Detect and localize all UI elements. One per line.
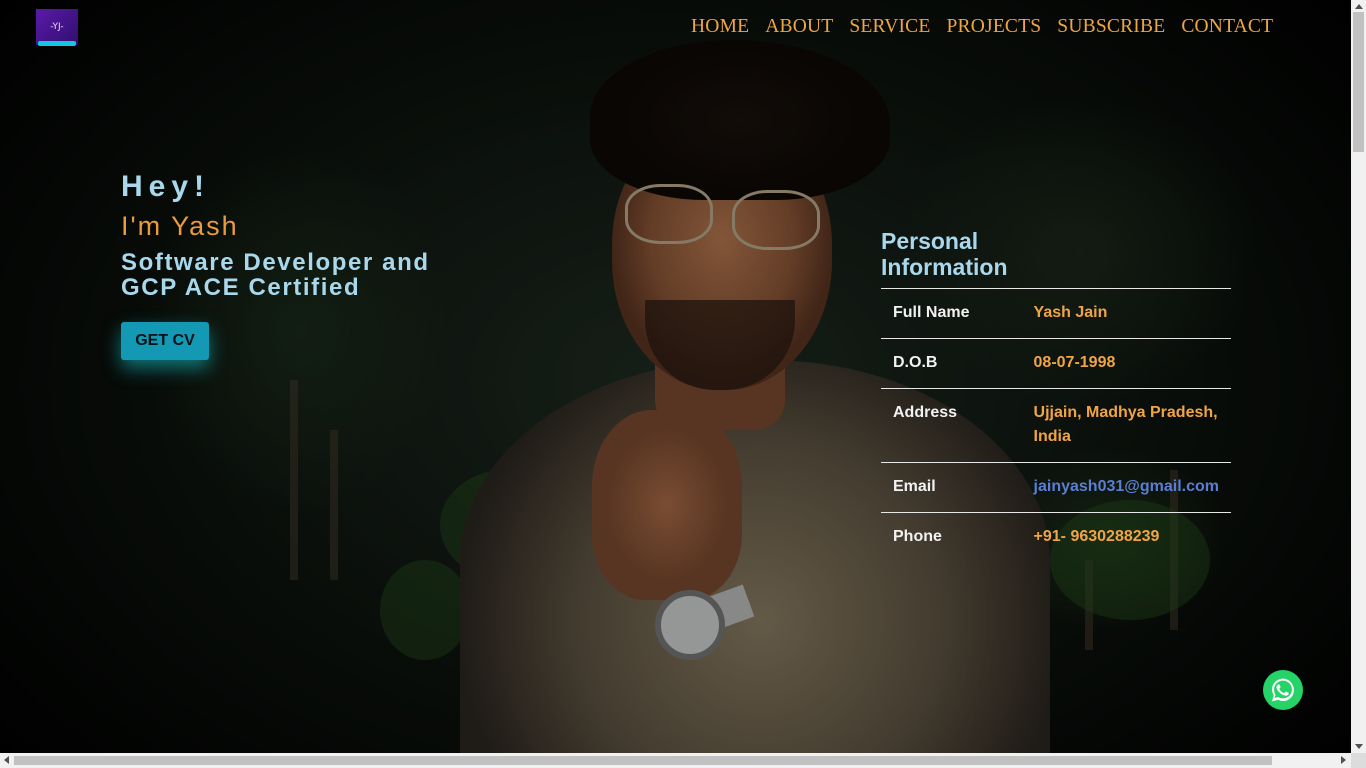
- table-row: Email jainyash031@gmail.com: [881, 462, 1231, 513]
- info-label: Address: [893, 404, 958, 421]
- whatsapp-icon: [1272, 678, 1294, 702]
- nav-about[interactable]: ABOUT: [765, 16, 833, 38]
- nav-projects[interactable]: PROJECTS: [947, 16, 1042, 38]
- nav-contact[interactable]: CONTACT: [1181, 16, 1273, 38]
- table-row: D.O.B 08-07-1998: [881, 338, 1231, 389]
- personal-info-title: Personal Information: [881, 228, 1008, 280]
- scroll-left-icon[interactable]: [4, 756, 9, 764]
- info-value: 08-07-1998: [1033, 354, 1116, 371]
- info-value: Yash Jain: [1033, 304, 1108, 321]
- main-nav: HOME ABOUT SERVICE PROJECTS SUBSCRIBE CO…: [691, 16, 1273, 38]
- personal-info-table: Full Name Yash Jain D.O.B 08-07-1998 Add…: [881, 288, 1231, 562]
- hero-greeting: Hey!: [121, 170, 211, 203]
- nav-service[interactable]: SERVICE: [849, 16, 930, 38]
- get-cv-button[interactable]: GET CV: [121, 322, 209, 360]
- logo-text: -YJ-: [50, 22, 64, 32]
- horizontal-scrollbar[interactable]: [0, 753, 1351, 768]
- hero-role: Software Developer and GCP ACE Certified: [121, 249, 430, 301]
- table-row: Phone +91- 9630288239: [881, 512, 1231, 563]
- info-label: D.O.B: [893, 354, 938, 371]
- info-value: +91- 9630288239: [1033, 528, 1160, 545]
- nav-home[interactable]: HOME: [691, 16, 749, 38]
- table-row: Address Ujjain, Madhya Pradesh, India: [881, 388, 1231, 463]
- table-row: Full Name Yash Jain: [881, 288, 1231, 339]
- vertical-scroll-thumb[interactable]: [1353, 12, 1364, 152]
- logo-stand: [38, 41, 76, 46]
- scroll-up-icon[interactable]: [1355, 4, 1363, 9]
- site-logo[interactable]: -YJ-: [36, 9, 78, 45]
- email-link[interactable]: jainyash031@gmail.com: [1022, 463, 1231, 513]
- scroll-down-icon[interactable]: [1355, 744, 1363, 749]
- hero-name: I'm Yash: [121, 211, 239, 241]
- info-label: Email: [893, 478, 936, 495]
- info-label: Full Name: [893, 304, 970, 321]
- vertical-scrollbar[interactable]: [1351, 0, 1366, 753]
- scroll-right-icon[interactable]: [1341, 756, 1346, 764]
- scrollbar-corner: [1351, 753, 1366, 768]
- info-label: Phone: [893, 528, 942, 545]
- info-value: Ujjain, Madhya Pradesh, India: [1033, 404, 1218, 445]
- horizontal-scroll-thumb[interactable]: [14, 756, 1272, 765]
- whatsapp-button[interactable]: [1263, 670, 1303, 710]
- nav-subscribe[interactable]: SUBSCRIBE: [1057, 16, 1165, 38]
